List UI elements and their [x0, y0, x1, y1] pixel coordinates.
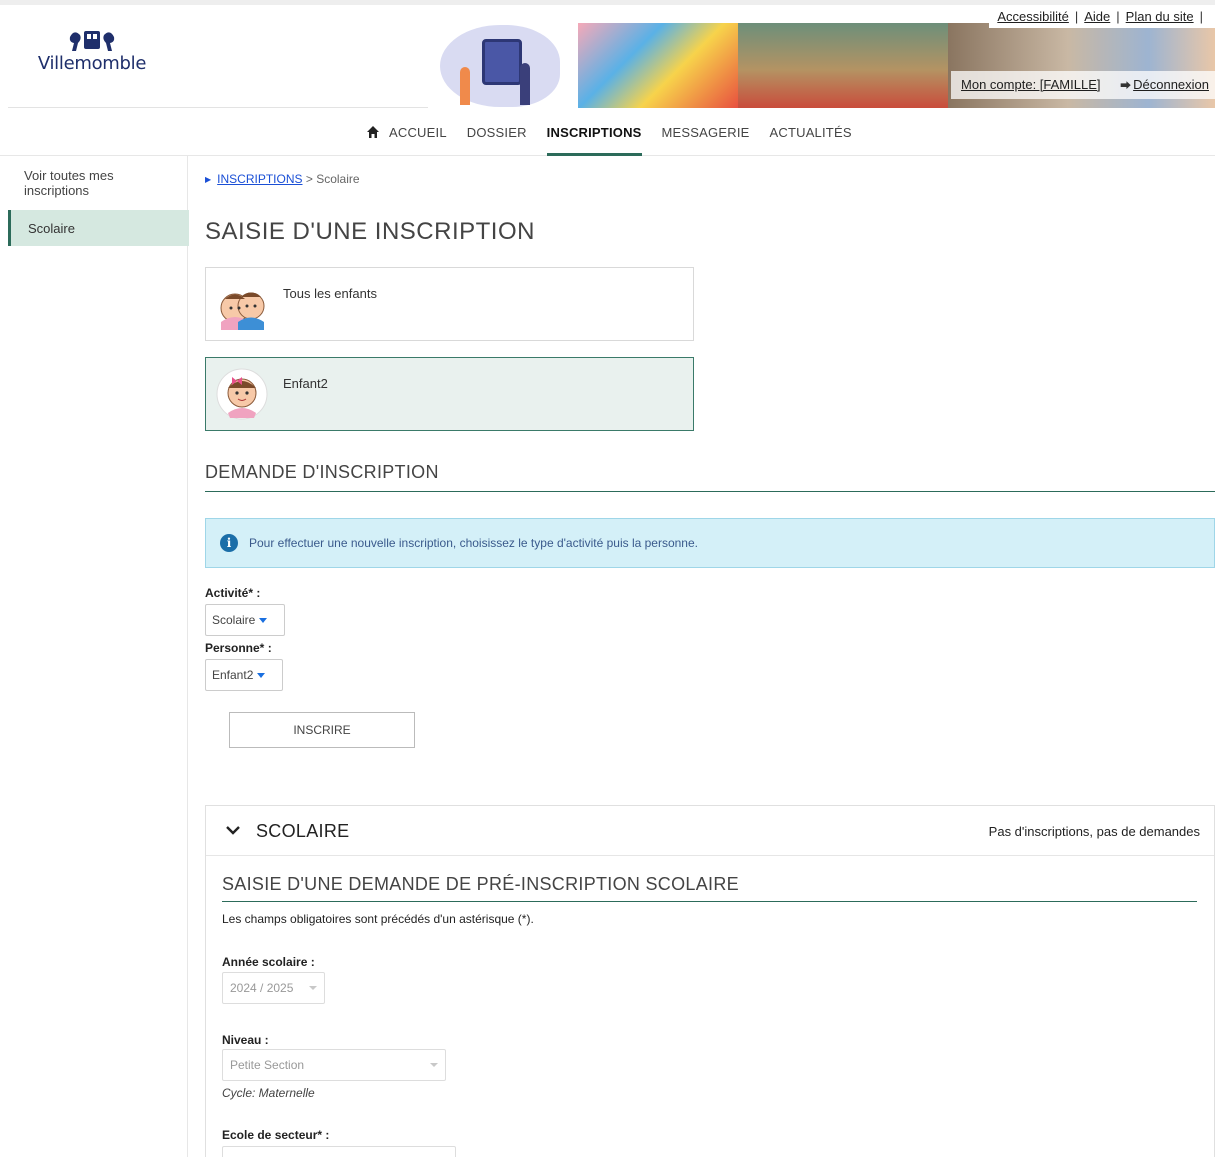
section-title-demande: DEMANDE D'INSCRIPTION	[205, 462, 1215, 492]
info-alert: i Pour effectuer une nouvelle inscriptio…	[205, 518, 1215, 568]
activity-label: Activité* :	[205, 586, 261, 600]
year-select: 2024 / 2025	[222, 972, 325, 1004]
nav-item-actualites[interactable]: ACTUALITÉS	[770, 108, 852, 156]
caret-down-icon	[309, 986, 317, 990]
cycle-text: Cycle: Maternelle	[222, 1086, 315, 1100]
caret-down-icon	[430, 1063, 438, 1067]
home-icon	[367, 126, 379, 138]
school-label: Ecole de secteur* :	[222, 1128, 330, 1142]
info-text: Pour effectuer une nouvelle inscription,…	[249, 536, 698, 550]
scolaire-panel: SCOLAIRE Pas d'inscriptions, pas de dema…	[205, 805, 1215, 1157]
year-label: Année scolaire :	[222, 955, 315, 969]
nav-item-accueil[interactable]: ACCUEIL	[366, 108, 447, 156]
caret-right-icon: ▶	[205, 175, 212, 184]
sidebar-item-all-inscriptions[interactable]: Voir toutes mes inscriptions	[8, 156, 187, 208]
breadcrumb-current: Scolaire	[316, 172, 360, 186]
site-header: Villemomble Accessibilité | Aide | Plan du s…	[8, 5, 1215, 108]
nav-item-messagerie[interactable]: MESSAGERIE	[662, 108, 750, 156]
person-name: Enfant2	[283, 376, 328, 391]
scolaire-panel-header[interactable]: SCOLAIRE Pas d'inscriptions, pas de dema…	[206, 806, 1214, 856]
my-account-link[interactable]: Mon compte: [FAMILLE]	[961, 77, 1100, 92]
account-bar: Mon compte: [FAMILLE] ⮕ Déconnexion	[951, 71, 1215, 99]
person-name: Tous les enfants	[283, 286, 377, 301]
info-icon: i	[220, 534, 238, 552]
children-photo	[578, 23, 738, 108]
site-logo[interactable]: Villemomble	[32, 27, 152, 74]
nav-item-inscriptions[interactable]: INSCRIPTIONS	[546, 108, 642, 156]
inscrire-button[interactable]: INSCRIRE	[229, 712, 415, 748]
main-nav: ACCUEIL DOSSIER INSCRIPTIONS MESSAGERIE …	[0, 108, 1215, 156]
logout-link[interactable]: Déconnexion	[1133, 77, 1209, 92]
child-avatar-icon	[216, 368, 268, 420]
school-select[interactable]	[222, 1146, 456, 1157]
person-card-enfant2[interactable]: Enfant2	[205, 357, 694, 431]
accessibility-link[interactable]: Accessibilité	[997, 9, 1069, 24]
caret-down-icon	[259, 617, 268, 623]
classroom-photo	[738, 23, 948, 108]
breadcrumb: ▶ INSCRIPTIONS > Scolaire	[205, 172, 360, 186]
sidebar: Voir toutes mes inscriptions Scolaire	[8, 156, 189, 1157]
page-title: SAISIE D'UNE INSCRIPTION	[205, 218, 535, 245]
logo-text: Villemomble	[37, 53, 147, 74]
help-link[interactable]: Aide	[1084, 9, 1110, 24]
form-title: SAISIE D'UNE DEMANDE DE PRÉ-INSCRIPTION …	[222, 874, 1197, 902]
person-select[interactable]: Enfant2	[205, 659, 283, 691]
logout-icon: ⮕	[1120, 80, 1132, 92]
activity-select[interactable]: Scolaire	[205, 604, 285, 636]
person-card-all-children[interactable]: Tous les enfants	[205, 267, 694, 341]
panel-status: Pas d'inscriptions, pas de demandes	[988, 824, 1200, 839]
nav-item-dossier[interactable]: DOSSIER	[467, 108, 527, 156]
children-avatar-icon	[220, 292, 265, 330]
city-crest-icon	[69, 31, 115, 51]
sidebar-item-scolaire[interactable]: Scolaire	[8, 210, 189, 246]
breadcrumb-link-inscriptions[interactable]: INSCRIPTIONS	[217, 172, 302, 186]
person-label: Personne* :	[205, 641, 272, 655]
sitemap-link[interactable]: Plan du site	[1126, 9, 1194, 24]
panel-title: SCOLAIRE	[256, 821, 350, 841]
level-label: Niveau :	[222, 1033, 269, 1047]
tablet-illustration	[482, 39, 522, 85]
chevron-down-icon[interactable]	[226, 823, 240, 837]
level-select: Petite Section	[222, 1049, 446, 1081]
mandatory-note: Les champs obligatoires sont précédés d'…	[222, 912, 534, 926]
utility-links: Accessibilité | Aide | Plan du site |	[989, 5, 1215, 28]
caret-down-icon	[257, 672, 266, 678]
